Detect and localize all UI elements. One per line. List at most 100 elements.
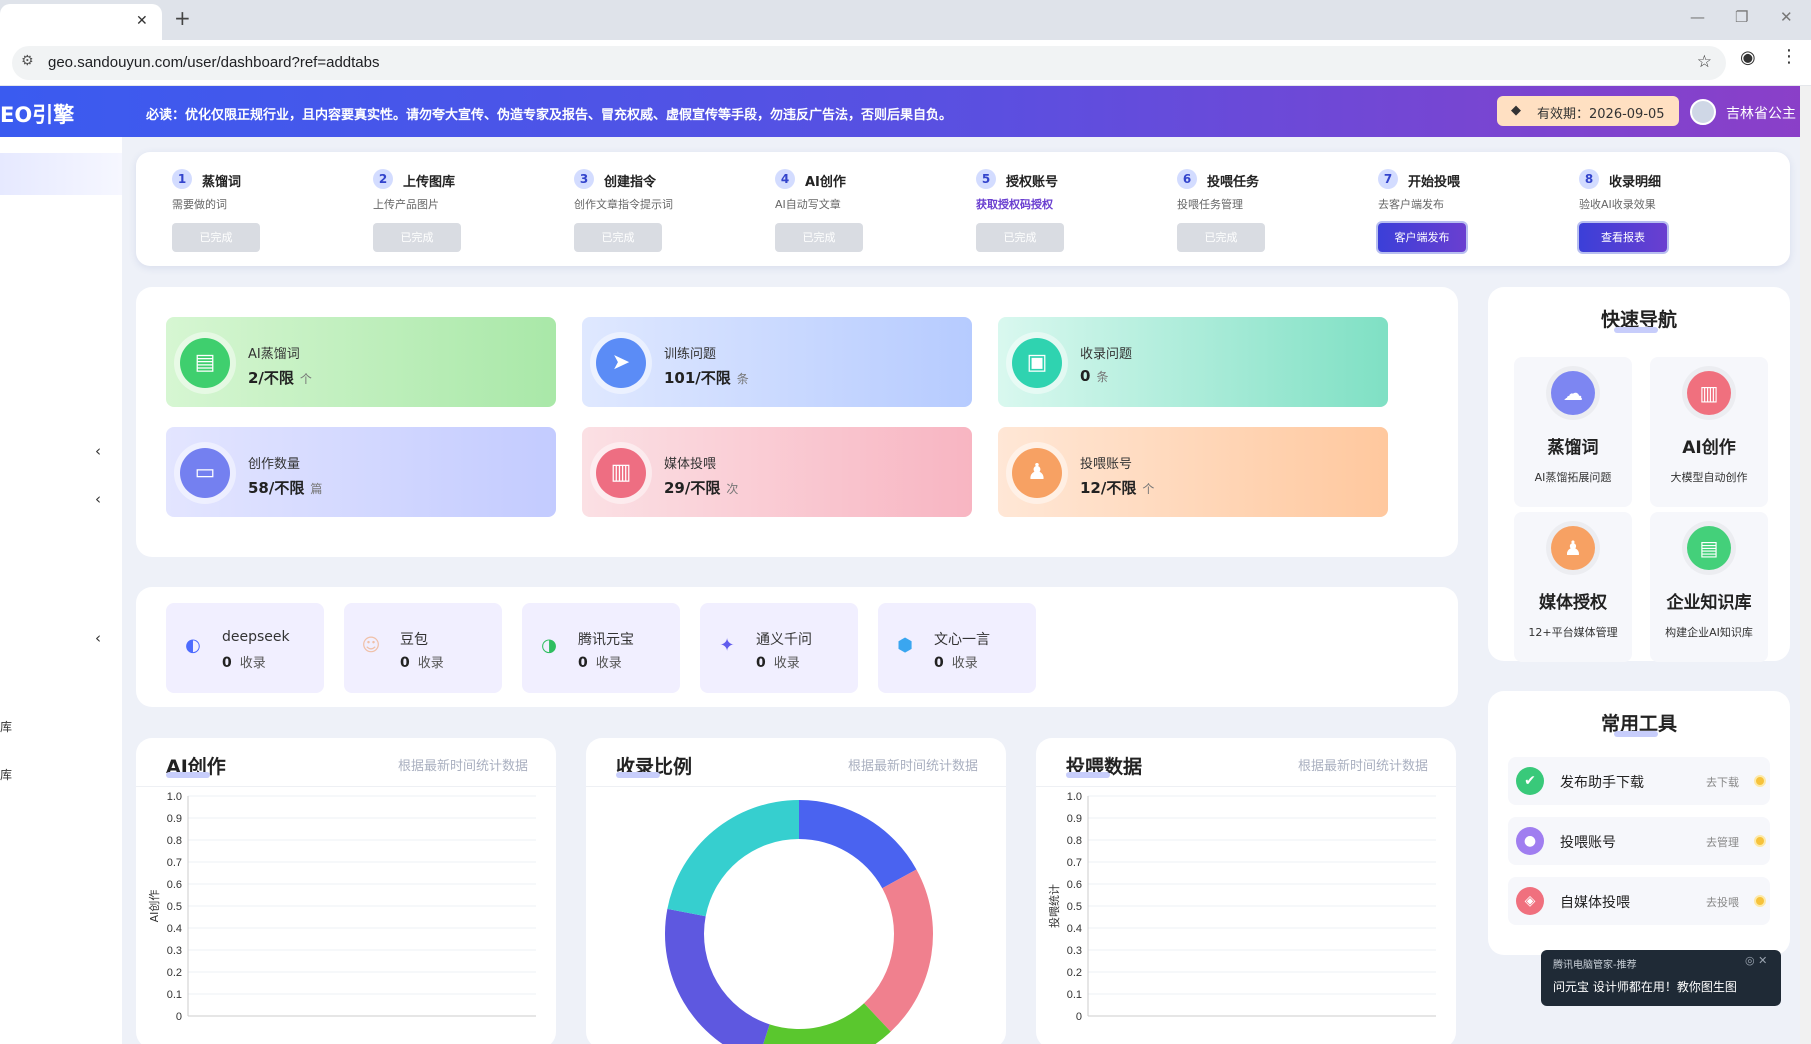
icon-glyph: ▥ [610, 460, 632, 485]
tool-action[interactable]: 去管理 [1706, 834, 1739, 850]
inbox-icon: ▥ [596, 448, 646, 498]
username[interactable]: 吉林省公主 [1726, 103, 1796, 123]
stat-value: 2/不限个 [248, 367, 312, 388]
minimize-icon[interactable]: — [1690, 8, 1705, 26]
inclusion-ratio-plot [665, 800, 933, 1044]
validity-text: 有效期：2026-09-05 [1537, 107, 1665, 122]
site-settings-icon[interactable]: ⚙ [21, 53, 34, 69]
browser-tab[interactable]: ✕ [0, 4, 162, 40]
stat-card[interactable]: ▣ 收录问题 0 条 [998, 317, 1388, 407]
step-button[interactable]: 已完成 [172, 223, 260, 252]
step-button[interactable]: 已完成 [574, 223, 662, 252]
y-tick-label: 0.8 [1067, 835, 1082, 847]
quick-nav-item[interactable]: ▤ 企业知识库 构建企业AI知识库 [1650, 512, 1768, 662]
sidebar-chevron-left-icon[interactable]: ‹ [95, 629, 101, 647]
step-button[interactable]: 已完成 [1177, 223, 1265, 252]
y-tick-label: 0.2 [1067, 967, 1082, 979]
stat-value: 12/不限个 [1080, 477, 1154, 498]
bookmark-star-icon[interactable]: ☆ [1697, 52, 1712, 72]
tool-item[interactable]: ● 投喂账号 去管理 [1508, 817, 1770, 865]
tool-action[interactable]: 去投喂 [1706, 894, 1739, 910]
url-text[interactable]: geo.sandouyun.com/user/dashboard?ref=add… [48, 54, 380, 71]
stat-number: 101/不限 [664, 369, 731, 387]
tool-item[interactable]: ✔ 发布助手下载 去下载 [1508, 757, 1770, 805]
sidebar-item-label[interactable]: 库 [0, 718, 12, 735]
tool-item[interactable]: ◈ 自媒体投喂 去投喂 [1508, 877, 1770, 925]
profile-icon[interactable]: ◉ [1740, 47, 1756, 68]
yuanbao-icon: ◑ [541, 635, 557, 656]
model-name: 腾讯元宝 [578, 632, 634, 648]
quick-nav-item[interactable]: ▥ AI创作 大模型自动创作 [1650, 357, 1768, 507]
step-button[interactable]: 已完成 [976, 223, 1064, 252]
deepseek-whale-icon: ◐ [185, 635, 201, 656]
workflow-step: 8 收录明细 验收AI收录效果 查看报表 [1543, 166, 1723, 256]
scrollbar[interactable] [1800, 86, 1811, 1044]
workflow-step: 5 授权账号 获取授权码授权 已完成 [940, 166, 1120, 256]
app-logo[interactable]: EO引擎 [0, 99, 74, 129]
step-number: 7 [1378, 169, 1398, 189]
title-underline [1614, 731, 1658, 737]
divider [586, 786, 1006, 787]
model-card[interactable]: ✦ 通义千问 0 收录 [700, 603, 858, 693]
stat-label: 创作数量 [248, 457, 301, 472]
step-button[interactable]: 已完成 [775, 223, 863, 252]
y-tick-label: 0.3 [1067, 945, 1082, 957]
stat-value: 58/不限篇 [248, 477, 322, 498]
stat-card[interactable]: ▥ 媒体投喂 29/不限次 [582, 427, 972, 517]
step-button[interactable]: 客户端发布 [1378, 223, 1466, 252]
sidebar-chevron-left-icon[interactable]: ‹ [95, 490, 101, 508]
popup-text[interactable]: 问元宝 设计师都在用！教你图生图 [1553, 978, 1737, 995]
url-field[interactable]: ⚙ geo.sandouyun.com/user/dashboard?ref=a… [12, 46, 1726, 80]
step-number: 1 [172, 169, 192, 189]
sidebar-item-active[interactable] [0, 153, 122, 195]
popup-close-icon[interactable]: ◎ ✕ [1745, 954, 1767, 967]
close-window-icon[interactable]: ✕ [1780, 8, 1793, 26]
workflow-step: 3 创建指令 创作文章指令提示词 已完成 [538, 166, 718, 256]
model-card[interactable]: ☺ 豆包 0 收录 [344, 603, 502, 693]
quick-nav-item[interactable]: ☁ 蒸馏词 AI蒸馏拓展问题 [1514, 357, 1632, 507]
sidebar-item-label[interactable]: 库 [0, 766, 12, 783]
step-desc[interactable]: 获取授权码授权 [976, 196, 1053, 212]
step-title: AI创作 [805, 175, 846, 190]
step-number: 5 [976, 169, 996, 189]
stat-card[interactable]: ▭ 创作数量 58/不限篇 [166, 427, 556, 517]
y-tick-label: 0.3 [167, 945, 182, 957]
step-title: 创建指令 [604, 175, 657, 190]
sidebar-chevron-left-icon[interactable]: ‹ [95, 442, 101, 460]
stat-number: 58/不限 [248, 479, 305, 497]
model-count: 0 收录 [934, 652, 978, 671]
tool-action[interactable]: 去下载 [1706, 774, 1739, 790]
model-count-value: 0 [222, 655, 232, 671]
stat-card[interactable]: ➤ 训练问题 101/不限条 [582, 317, 972, 407]
feed-data-chart: 投喂数据 根据最新时间统计数据 1.0 0.9 0.8 0.7 0.6 0.5 0.4 0.3… [1036, 738, 1456, 1044]
stat-card[interactable]: ♟ 投喂账号 12/不限个 [998, 427, 1388, 517]
step-number: 6 [1177, 169, 1197, 189]
workflow-step: 4 AI创作 AI自动写文章 已完成 [739, 166, 919, 256]
model-count: 0 收录 [756, 652, 800, 671]
new-tab-button[interactable]: + [174, 6, 191, 30]
browser-menu-icon[interactable]: ⋮ [1780, 46, 1798, 67]
model-card[interactable]: ◑ 腾讯元宝 0 收录 [522, 603, 680, 693]
step-button[interactable]: 查看报表 [1579, 223, 1667, 252]
icon-glyph: ➤ [611, 350, 631, 375]
avatar[interactable] [1690, 99, 1716, 125]
quick-nav-item[interactable]: ♟ 媒体授权 12+平台媒体管理 [1514, 512, 1632, 662]
close-tab-icon[interactable]: ✕ [136, 13, 148, 29]
model-count-value: 0 [934, 655, 944, 671]
notification-popup[interactable]: 腾讯电脑管家-推荐 ◎ ✕ 问元宝 设计师都在用！教你图生图 [1541, 950, 1781, 1006]
y-tick-label: 1.0 [167, 791, 182, 803]
restore-icon[interactable]: ❐ [1735, 8, 1748, 26]
stat-card[interactable]: ▤ AI蒸馏词 2/不限个 [166, 317, 556, 407]
y-tick-label: 0 [176, 1011, 182, 1023]
folder-icon: ▭ [180, 448, 230, 498]
step-button[interactable]: 已完成 [373, 223, 461, 252]
model-card[interactable]: ⬢ 文心一言 0 收录 [878, 603, 1036, 693]
sidebar [0, 137, 122, 1044]
app-header: EO引擎 必读：优化仅限正规行业，且内容要真实性。请勿夸大宣传、伪造专家及报告、… [0, 86, 1811, 137]
step-number: 8 [1579, 169, 1599, 189]
step-title: 投喂任务 [1207, 175, 1260, 190]
model-card[interactable]: ◐ deepseek 0 收录 [166, 603, 324, 693]
step-desc: 验收AI收录效果 [1579, 198, 1656, 211]
quick-nav-name: AI创作 [1682, 438, 1736, 458]
workflow-step: 7 开始投喂 去客户端发布 客户端发布 [1342, 166, 1522, 256]
